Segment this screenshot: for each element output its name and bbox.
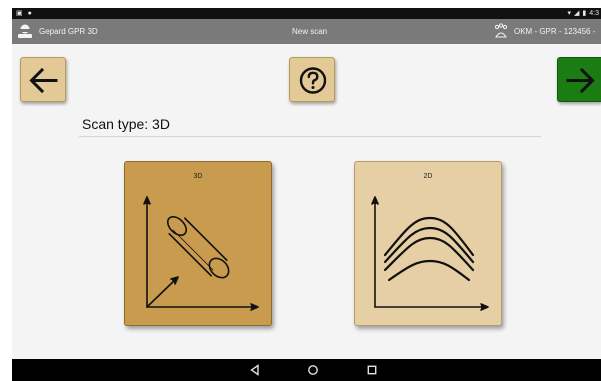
- cylinder-3d-axes-icon: [143, 196, 259, 311]
- hyperbola-2d-axes-icon: [371, 196, 489, 311]
- device-label: OKM - GPR - 123456 -: [514, 27, 596, 36]
- scan-type-label: Scan type: 3D: [82, 116, 170, 132]
- help-button[interactable]: [289, 57, 335, 102]
- screen-title: New scan: [292, 27, 328, 36]
- wifi-icon: ▾: [567, 10, 572, 17]
- paw-icon: [494, 23, 508, 38]
- battery-icon: ▮: [582, 10, 587, 17]
- signal-icon: ◢: [574, 10, 580, 17]
- sim-icon: ▣: [16, 10, 23, 17]
- arrow-right-icon: [566, 67, 595, 94]
- divider: [79, 136, 541, 137]
- scan-type-3d-card[interactable]: 3D: [124, 161, 272, 326]
- app-name: Gepard GPR 3D: [39, 27, 98, 36]
- status-time: 4:3: [589, 10, 599, 17]
- gepard-logo-icon: [18, 24, 32, 38]
- arrow-left-icon: [29, 67, 58, 94]
- scan-type-2d-card[interactable]: 2D: [354, 161, 502, 326]
- back-button[interactable]: [20, 57, 66, 102]
- question-circle-icon: [299, 67, 327, 94]
- app-screen: ▣ ● ▾ ◢ ▮ 4:3 Gepard GPR 3D New scan OKM…: [12, 8, 601, 381]
- notification-dot-icon: ●: [27, 10, 32, 17]
- home-circle-icon[interactable]: [306, 363, 320, 377]
- next-button[interactable]: [557, 57, 601, 102]
- system-nav-bar: [12, 359, 601, 381]
- back-triangle-icon[interactable]: [248, 363, 262, 377]
- status-bar: ▣ ● ▾ ◢ ▮ 4:3: [12, 8, 601, 19]
- action-bar: Gepard GPR 3D New scan OKM - GPR - 12345…: [12, 19, 601, 44]
- recents-square-icon[interactable]: [365, 363, 379, 377]
